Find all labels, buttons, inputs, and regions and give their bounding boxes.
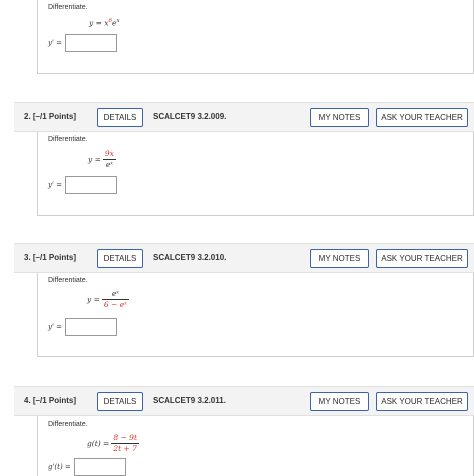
answer-input[interactable] xyxy=(64,176,117,194)
denominator: 2t + 7 xyxy=(113,444,137,453)
exponent-x: x xyxy=(116,18,120,24)
numerator: 9x xyxy=(102,149,116,160)
function-lhs: y = xyxy=(87,295,100,304)
function-expression: y = 9x eˣ xyxy=(88,150,116,169)
divider xyxy=(38,215,473,216)
my-notes-button[interactable]: MY NOTES xyxy=(310,108,369,127)
question-3-body: Differentiate. y = eˣ 6 − eˣ y' = xyxy=(37,273,474,357)
instruction-text: Differentiate. xyxy=(48,421,88,428)
details-button[interactable]: DETAILS xyxy=(97,108,143,127)
question-number: 2. [–/1 Points] xyxy=(24,112,77,121)
denominator: eˣ xyxy=(105,160,113,169)
question-code: SCALCET9 3.2.011. xyxy=(153,396,226,405)
function-lhs: y = xyxy=(88,155,101,164)
ask-your-teacher-button[interactable]: ASK YOUR TEACHER xyxy=(376,392,468,411)
divider xyxy=(38,73,473,74)
question-4-header: 4. [–/1 Points] DETAILS SCALCET9 3.2.011… xyxy=(14,386,474,416)
question-4-body: Differentiate. g(t) = 8 − 9t 2t + 7 g'(t) … xyxy=(37,416,474,476)
function-expression: y = x6ex xyxy=(89,18,120,28)
answer-row: y' = xyxy=(48,34,117,52)
question-3-header: 3. [–/1 Points] DETAILS SCALCET9 3.2.010… xyxy=(14,243,474,273)
ask-your-teacher-button[interactable]: ASK YOUR TEACHER xyxy=(376,249,468,268)
answer-input[interactable] xyxy=(64,318,117,336)
question-number: 3. [–/1 Points] xyxy=(24,253,77,262)
question-number: 4. [–/1 Points] xyxy=(24,396,77,405)
instruction-text: Differentiate. xyxy=(48,136,88,143)
answer-label: y' = xyxy=(48,323,62,331)
my-notes-button[interactable]: MY NOTES xyxy=(310,392,369,411)
fraction: eˣ 6 − eˣ xyxy=(101,290,129,309)
answer-row: g'(t) = xyxy=(48,458,126,476)
question-1-body: Differentiate. y = x6ex y' = xyxy=(37,0,474,74)
instruction-text: Differentiate. xyxy=(48,277,88,284)
answer-label: y' = xyxy=(48,39,62,47)
my-notes-button[interactable]: MY NOTES xyxy=(310,249,369,268)
function-lhs: y = xyxy=(89,18,102,28)
fraction: 8 − 9t 2t + 7 xyxy=(111,434,139,453)
fraction: 9x eˣ xyxy=(102,149,116,169)
function-expression: g(t) = 8 − 9t 2t + 7 xyxy=(87,434,139,453)
function-lhs: g(t) = xyxy=(87,439,110,448)
details-button[interactable]: DETAILS xyxy=(97,392,143,411)
instruction-text: Differentiate. xyxy=(48,4,88,11)
question-code: SCALCET9 3.2.010. xyxy=(153,253,227,262)
answer-row: y' = xyxy=(48,318,117,336)
question-code: SCALCET9 3.2.009. xyxy=(153,112,227,121)
numerator: 8 − 9t xyxy=(111,433,139,444)
answer-input[interactable] xyxy=(73,458,126,476)
ask-your-teacher-button[interactable]: ASK YOUR TEACHER xyxy=(376,108,468,127)
function-expression: y = eˣ 6 − eˣ xyxy=(87,290,129,309)
numerator: eˣ xyxy=(101,290,129,300)
question-2-body: Differentiate. y = 9x eˣ y' = xyxy=(37,132,474,216)
answer-input[interactable] xyxy=(64,34,117,52)
details-button[interactable]: DETAILS xyxy=(97,249,143,268)
answer-label: y' = xyxy=(48,181,62,189)
answer-label: g'(t) = xyxy=(48,463,71,471)
divider xyxy=(38,356,473,357)
question-2-header: 2. [–/1 Points] DETAILS SCALCET9 3.2.009… xyxy=(14,102,474,132)
answer-row: y' = xyxy=(48,176,117,194)
denominator: 6 − eˣ xyxy=(103,300,127,309)
